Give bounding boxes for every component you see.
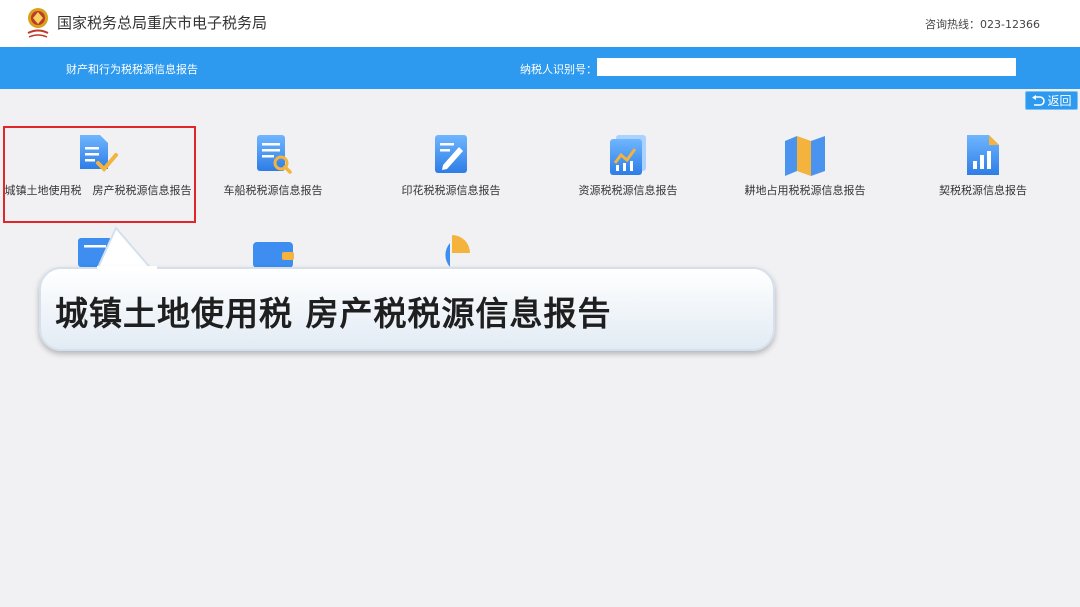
return-arrow-icon xyxy=(1032,94,1046,106)
chart-document-icon xyxy=(610,135,646,175)
tile-stamp-tax[interactable]: 印花税税源信息报告 xyxy=(356,133,546,198)
back-button-label: 返回 xyxy=(1047,94,1072,108)
highlight-frame xyxy=(3,126,196,223)
pie-chart-icon xyxy=(445,235,470,267)
taxpayer-id-label: 纳税人识别号： xyxy=(520,63,597,76)
tile-farmland-tax[interactable]: 耕地占用税税源信息报告 xyxy=(710,133,900,198)
top-header: 国家税务总局重庆市电子税务局 咨询热线：023-12366 xyxy=(0,0,1080,47)
callout-bubble: 城镇土地使用税 房产税税源信息报告 xyxy=(39,267,775,351)
callout-tail-cover xyxy=(97,266,157,272)
tile-vehicle-vessel-tax[interactable]: 车船税税源信息报告 xyxy=(178,133,368,198)
tile-label: 印花税税源信息报告 xyxy=(401,184,501,197)
tile-label: 资源税税源信息报告 xyxy=(578,184,678,197)
toolbar: 财产和行为税税源信息报告 纳税人识别号： xyxy=(0,47,1080,89)
back-button[interactable]: 返回 xyxy=(1025,91,1078,110)
page-label: 财产和行为税税源信息报告 xyxy=(66,63,198,76)
hotline-text: 咨询热线：023-12366 xyxy=(925,18,1040,31)
callout-text: 城镇土地使用税 房产税税源信息报告 xyxy=(55,294,612,333)
tax-bureau-emblem-icon xyxy=(27,8,49,38)
tile-label: 契税税源信息报告 xyxy=(939,184,1027,197)
document-edit-icon xyxy=(435,135,467,173)
tile-resource-tax[interactable]: 资源税税源信息报告 xyxy=(533,133,723,198)
tile-label: 车船税税源信息报告 xyxy=(223,184,323,197)
tile-deed-tax[interactable]: 契税税源信息报告 xyxy=(888,133,1078,198)
document-search-icon xyxy=(257,135,292,174)
tile-label: 耕地占用税税源信息报告 xyxy=(744,184,866,197)
bar-chart-document-icon xyxy=(967,135,999,175)
wallet-icon xyxy=(253,242,294,268)
map-icon xyxy=(785,136,825,176)
site-title: 国家税务总局重庆市电子税务局 xyxy=(57,14,268,32)
taxpayer-id-input[interactable] xyxy=(597,58,1016,76)
